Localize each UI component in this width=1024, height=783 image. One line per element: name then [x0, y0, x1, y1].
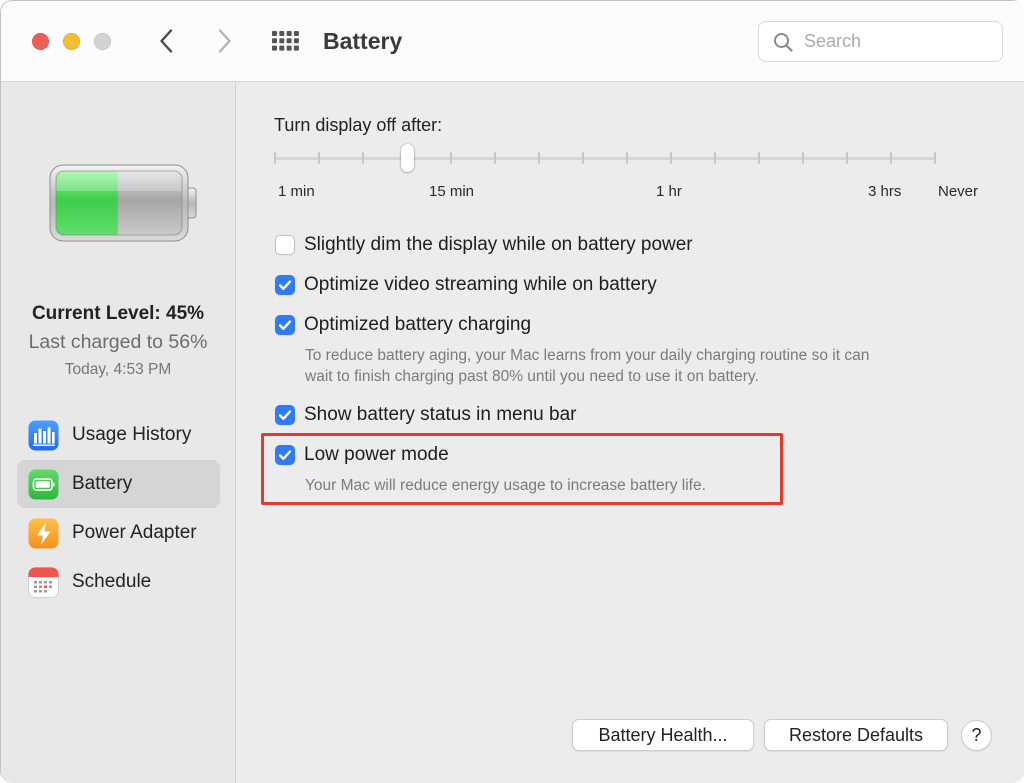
- sidebar-item-battery[interactable]: Battery: [17, 460, 220, 508]
- slider-tick: [494, 152, 496, 164]
- slider-tick: [802, 152, 804, 164]
- sidebar-item-usage-history[interactable]: Usage History: [17, 411, 220, 459]
- option-label[interactable]: Optimize video streaming while on batter…: [304, 274, 657, 296]
- slider-tick: [318, 152, 320, 164]
- restore-defaults-button[interactable]: Restore Defaults: [764, 719, 948, 751]
- forward-button[interactable]: [214, 28, 234, 54]
- option-description: Your Mac will reduce energy usage to inc…: [305, 475, 706, 496]
- back-button[interactable]: [157, 28, 177, 54]
- description-line: To reduce battery aging, your Mac learns…: [305, 347, 870, 364]
- slider-tick: [670, 152, 672, 164]
- slider-label-1-min: 1 min: [278, 183, 315, 200]
- zoom-button[interactable]: [94, 33, 111, 50]
- display-off-label: Turn display off after:: [274, 115, 443, 135]
- optimized-charging-checkbox[interactable]: [275, 315, 295, 335]
- chevron-left-icon: [160, 29, 173, 53]
- battery-settings-pane: Turn display off after: 1 min 15 min 1 h…: [236, 82, 1024, 783]
- slider-thumb[interactable]: [400, 144, 414, 172]
- search-input[interactable]: [804, 22, 994, 61]
- optimize-video-streaming-checkbox[interactable]: [275, 275, 295, 295]
- last-charged-time: Today, 4:53 PM: [64, 361, 172, 378]
- schedule-icon: [28, 567, 59, 598]
- description-line: wait to finish charging past 80% until y…: [305, 368, 759, 385]
- slider-tick: [846, 152, 848, 164]
- sidebar-item-power-adapter[interactable]: Power Adapter: [17, 509, 220, 557]
- slider-label-3-hrs: 3 hrs: [868, 183, 902, 200]
- slider-tick: [450, 152, 452, 164]
- slider-tick: [538, 152, 540, 164]
- title-bar: Battery: [0, 0, 1024, 82]
- minimize-button[interactable]: [63, 33, 80, 50]
- grid-icon: [272, 31, 299, 51]
- display-off-slider[interactable]: [274, 144, 936, 174]
- usage-history-icon: [28, 420, 59, 451]
- checkmark-icon: [278, 320, 292, 330]
- slider-tick: [274, 152, 276, 164]
- option-label[interactable]: Show battery status in menu bar: [304, 404, 576, 426]
- current-level: Current Level: 45%: [31, 303, 205, 324]
- battery-health-button[interactable]: Battery Health...: [572, 719, 754, 751]
- sidebar: Current Level: 45% Last charged to 56% T…: [0, 82, 236, 783]
- slider-track[interactable]: [275, 157, 935, 160]
- sidebar-item-label: Schedule: [72, 571, 152, 592]
- last-charged: Last charged to 56%: [28, 331, 208, 353]
- slider-tick: [362, 152, 364, 164]
- option-description: To reduce battery aging, your Mac learns…: [305, 345, 869, 387]
- slider-tick: [582, 152, 584, 164]
- option-label[interactable]: Low power mode: [304, 444, 449, 466]
- option-dim-display: Slightly dim the display while on batter…: [275, 234, 975, 256]
- sidebar-item-label: Battery: [72, 473, 133, 494]
- dim-display-checkbox[interactable]: [275, 235, 295, 255]
- battery-level-icon: [49, 164, 197, 242]
- slider-label-never: Never: [938, 183, 979, 200]
- chevron-right-icon: [218, 29, 231, 53]
- slider-label-1-hr: 1 hr: [656, 183, 682, 200]
- slider-tick: [890, 152, 892, 164]
- description-line: Your Mac will reduce energy usage to inc…: [305, 477, 706, 494]
- help-button[interactable]: ?: [961, 720, 992, 751]
- system-preferences-window: Battery Search Current Level: 45% Last c…: [0, 0, 1024, 783]
- search-icon: [774, 33, 793, 52]
- option-optimized-battery-charging: Optimized battery charging To reduce bat…: [275, 314, 975, 385]
- sidebar-item-schedule[interactable]: Schedule: [17, 558, 220, 606]
- option-show-battery-status: Show battery status in menu bar: [275, 404, 975, 426]
- option-low-power-mode: Low power mode Your Mac will reduce ener…: [261, 433, 975, 505]
- checkmark-icon: [278, 280, 292, 290]
- power-adapter-icon: [28, 518, 59, 549]
- low-power-mode-checkbox[interactable]: [275, 445, 295, 465]
- battery-icon: [28, 469, 59, 500]
- window-title: Battery: [323, 28, 403, 54]
- slider-tick: [758, 152, 760, 164]
- slider-tick: [714, 152, 716, 164]
- checkmark-icon: [278, 410, 292, 420]
- close-button[interactable]: [32, 33, 49, 50]
- option-optimize-video-streaming: Optimize video streaming while on batter…: [275, 274, 975, 296]
- sidebar-item-label: Power Adapter: [72, 522, 197, 543]
- checkmark-icon: [278, 450, 292, 460]
- slider-tick: [934, 152, 936, 164]
- option-label[interactable]: Optimized battery charging: [304, 314, 531, 336]
- show-all-button[interactable]: [272, 31, 299, 51]
- search-field[interactable]: [758, 21, 1003, 62]
- show-battery-status-checkbox[interactable]: [275, 405, 295, 425]
- slider-tick: [626, 152, 628, 164]
- sidebar-item-label: Usage History: [72, 424, 192, 445]
- option-label[interactable]: Slightly dim the display while on batter…: [304, 234, 693, 256]
- slider-label-15-min: 15 min: [429, 183, 475, 200]
